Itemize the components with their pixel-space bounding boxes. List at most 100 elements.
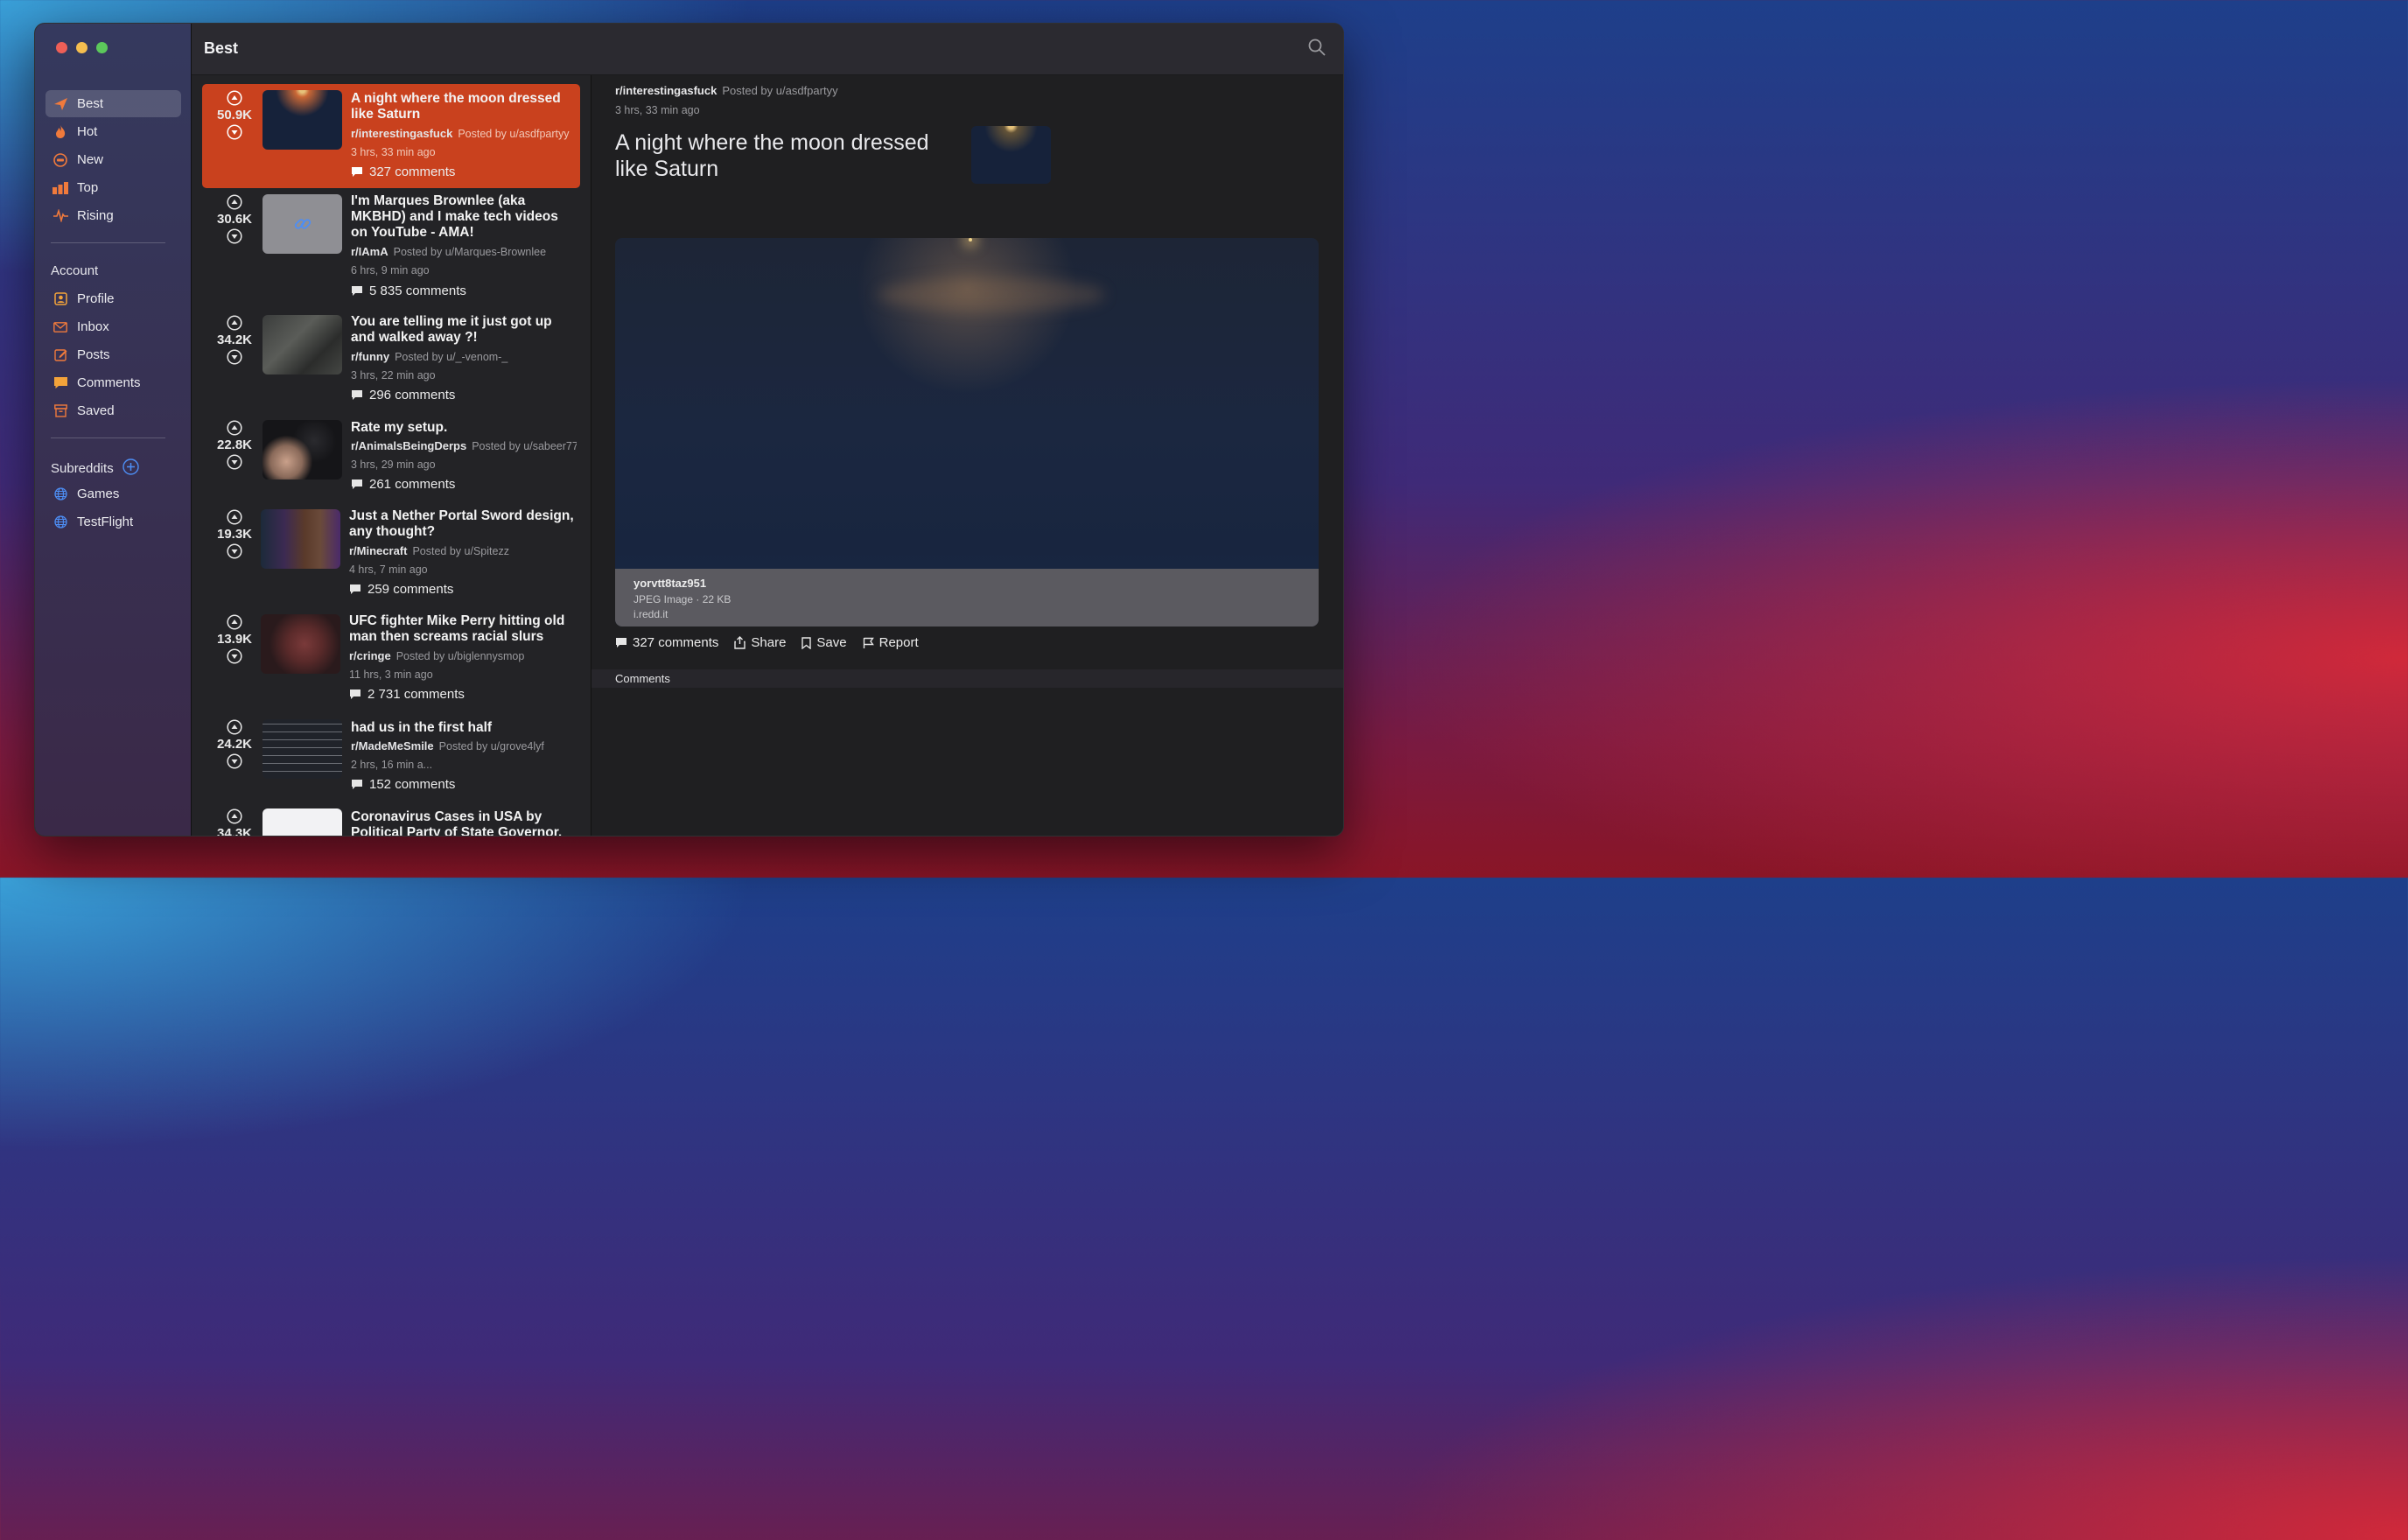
post-subreddit[interactable]: r/Minecraft <box>349 544 407 557</box>
sidebar-item-top[interactable]: Top <box>46 174 181 201</box>
search-button[interactable] <box>1308 38 1326 60</box>
sidebar-item-posts[interactable]: Posts <box>46 341 181 368</box>
post-comments[interactable]: 261 comments <box>351 477 455 492</box>
sidebar-item-new[interactable]: New <box>46 146 181 173</box>
sidebar-item-hot[interactable]: Hot <box>46 118 181 145</box>
post-subreddit[interactable]: r/interestingasfuck <box>351 127 452 140</box>
sidebar-item-games[interactable]: Games <box>46 480 181 508</box>
post-thumbnail[interactable] <box>261 614 340 674</box>
post-thumbnail[interactable] <box>262 719 342 779</box>
post-title: A night where the moon dressed like Satu… <box>351 91 561 122</box>
list-item[interactable]: 24.2K had us in the first half r/MadeMeS… <box>202 713 580 802</box>
upvote-button[interactable] <box>227 315 242 331</box>
list-item[interactable]: 30.6K I'm Marques Brownlee (aka MKBHD) a… <box>202 188 580 309</box>
sidebar-item-label: Hot <box>77 124 98 139</box>
post-thumbnail[interactable] <box>262 315 342 374</box>
upvote-button[interactable] <box>227 614 242 630</box>
post-comments[interactable]: 327 comments <box>351 164 455 179</box>
post-comments[interactable]: 152 comments <box>351 777 455 792</box>
post-meta: r/Minecraft Posted by u/Spitezz <box>349 544 575 557</box>
comment-bubble-icon <box>352 780 362 789</box>
post-thumbnail[interactable] <box>262 90 342 150</box>
post-author[interactable]: Posted by u/asdfpartyy <box>458 128 569 140</box>
cloud-glow <box>878 277 1105 312</box>
list-item[interactable]: 22.8K Rate my setup. r/AnimalsBeingDerps… <box>202 414 580 503</box>
downvote-button[interactable] <box>227 753 242 769</box>
downvote-button[interactable] <box>227 228 242 244</box>
comments-button[interactable]: 327 comments <box>615 635 718 650</box>
downvote-button[interactable] <box>227 349 242 365</box>
add-subreddit-button[interactable] <box>122 458 139 479</box>
toolbar: Best <box>192 24 1343 75</box>
downvote-button[interactable] <box>227 648 242 664</box>
share-button[interactable]: Share <box>734 635 786 650</box>
upvote-button[interactable] <box>227 420 242 436</box>
sidebar-item-profile[interactable]: Profile <box>46 285 181 312</box>
upvote-button[interactable] <box>227 719 242 735</box>
post-score: 22.8K <box>216 438 253 452</box>
detail-image[interactable]: yorvtt8taz951 JPEG Image · 22 KB i.redd.… <box>615 238 1319 626</box>
post-author[interactable]: Posted by u/Marques-Brownlee <box>394 246 546 258</box>
sidebar-item-comments[interactable]: Comments <box>46 369 181 396</box>
save-button[interactable]: Save <box>802 635 847 650</box>
post-subreddit[interactable]: r/AnimalsBeingDerps <box>351 439 466 452</box>
detail-thumbnail[interactable] <box>971 126 1051 184</box>
upvote-button[interactable] <box>227 194 242 210</box>
post-author[interactable]: Posted by u/_-venom-_ <box>395 351 508 363</box>
list-item[interactable]: 50.9K A night where the moon dressed lik… <box>202 84 580 188</box>
post-author[interactable]: Posted by u/biglennysmop <box>396 650 525 662</box>
downvote-button[interactable] <box>227 543 242 559</box>
sidebar-item-rising[interactable]: Rising <box>46 202 181 229</box>
post-title: I'm Marques Brownlee (aka MKBHD) and I m… <box>351 193 558 240</box>
post-comments[interactable]: 5 835 comments <box>351 284 466 298</box>
post-comments-label: 5 835 comments <box>369 284 466 298</box>
sidebar-item-testflight[interactable]: TestFlight <box>46 508 181 536</box>
vote-control: 34.3K <box>202 808 267 836</box>
sidebar-item-label: Best <box>77 96 104 111</box>
upvote-button[interactable] <box>227 808 242 824</box>
post-list: 50.9K A night where the moon dressed lik… <box>192 75 592 836</box>
image-host[interactable]: i.redd.it <box>634 608 1319 620</box>
close-window-button[interactable] <box>56 42 67 53</box>
sidebar-item-best[interactable]: Best <box>46 90 181 117</box>
post-thumbnail[interactable] <box>262 420 342 480</box>
list-item[interactable]: 13.9K UFC fighter Mike Perry hitting old… <box>202 608 580 713</box>
post-subreddit[interactable]: r/cringe <box>349 649 391 662</box>
post-time: 3 hrs, 22 min ago <box>351 369 436 382</box>
post-thumbnail[interactable] <box>261 509 340 569</box>
post-comments[interactable]: 2 731 comments <box>349 687 465 702</box>
page-title: Best <box>204 39 239 57</box>
post-author[interactable]: Posted by u/Spitezz <box>412 545 508 557</box>
post-comments[interactable]: 259 comments <box>349 582 453 597</box>
upvote-button[interactable] <box>227 509 242 525</box>
post-author[interactable]: Posted by u/grove4lyf <box>439 740 544 752</box>
detail-author[interactable]: Posted by u/asdfpartyy <box>722 84 837 97</box>
post-subreddit[interactable]: r/funny <box>351 350 389 363</box>
post-comments-label: 296 comments <box>369 388 456 402</box>
post-subreddit[interactable]: r/MadeMeSmile <box>351 739 434 752</box>
post-time: 11 hrs, 3 min ago <box>349 668 433 681</box>
sidebar-divider <box>51 242 165 243</box>
sidebar-item-saved[interactable]: Saved <box>46 397 181 424</box>
detail-title: A night where the moon dressed like Satu… <box>615 130 929 181</box>
list-item[interactable]: 34.3K Coronavirus Cases in USA by Politi… <box>202 802 580 836</box>
post-author[interactable]: Posted by u/sabeer77 <box>472 440 577 452</box>
post-subreddit[interactable]: r/IAmA <box>351 245 388 258</box>
downvote-button[interactable] <box>227 124 242 140</box>
downvote-button[interactable] <box>227 454 242 470</box>
list-item[interactable]: 19.3K Just a Nether Portal Sword design,… <box>202 503 580 608</box>
post-thumbnail[interactable] <box>262 808 342 836</box>
image-filename: yorvtt8taz951 <box>634 577 707 590</box>
app-window: Best Hot New Top Rising Account Profile … <box>34 23 1344 836</box>
list-item[interactable]: 34.2K You are telling me it just got up … <box>202 309 580 414</box>
report-button[interactable]: Report <box>863 635 919 650</box>
post-thumbnail[interactable] <box>262 194 342 254</box>
vote-control: 19.3K <box>202 509 267 559</box>
post-comments[interactable]: 296 comments <box>351 388 455 402</box>
zoom-window-button[interactable] <box>96 42 108 53</box>
minimize-window-button[interactable] <box>76 42 88 53</box>
sidebar-item-inbox[interactable]: Inbox <box>46 313 181 340</box>
upvote-button[interactable] <box>227 90 242 106</box>
new-badge-icon <box>52 152 68 168</box>
detail-subreddit[interactable]: r/interestingasfuck <box>615 84 717 97</box>
